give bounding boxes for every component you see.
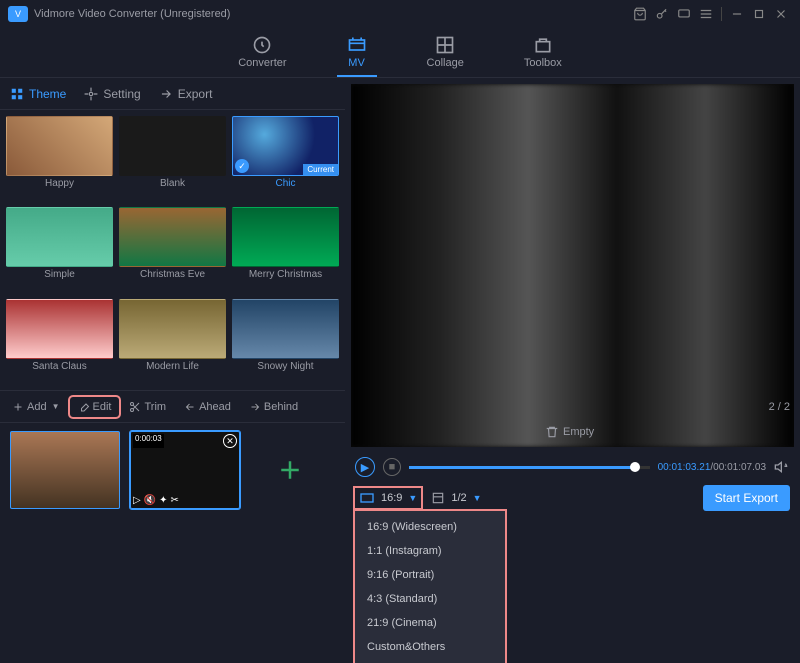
aspect-ratio-option[interactable]: 4:3 (Standard) [355,587,505,611]
add-button[interactable]: Add▼ [4,397,68,417]
main-nav: Converter MV Collage Toolbox [0,28,800,78]
aspect-ratio-icon [359,490,375,506]
current-badge: Current [303,164,338,175]
chevron-down-icon: ▼ [473,493,482,503]
right-panel: ▶ ■ 00:01:03.21/00:01:07.03 16:9 ▼ 1/2 ▼… [345,78,800,517]
minimize-icon[interactable] [726,3,748,25]
theme-item[interactable]: ✓ Current Chic [232,116,339,201]
theme-label: Merry Christmas [249,269,322,280]
ahead-button[interactable]: Ahead [176,397,239,417]
theme-label: Modern Life [146,361,199,372]
chat-icon[interactable] [673,3,695,25]
progress-bar[interactable] [409,466,650,469]
theme-item[interactable]: Blank [119,116,226,201]
nav-collage-label: Collage [427,57,464,69]
video-preview [351,84,794,447]
theme-label: Santa Claus [32,361,86,372]
tab-export[interactable]: Export [159,87,213,101]
cart-icon[interactable] [629,3,651,25]
start-export-button[interactable]: Start Export [703,485,790,511]
aspect-ratio-dropdown: 16:9 (Widescreen)1:1 (Instagram)9:16 (Po… [355,511,505,663]
window-title: Vidmore Video Converter (Unregistered) [34,8,629,20]
tab-setting[interactable]: Setting [84,87,140,101]
tab-theme-label: Theme [29,87,66,101]
app-logo-icon: V [8,6,28,22]
trim-button[interactable]: Trim [121,397,174,417]
clip-play-icon[interactable]: ▷ [133,495,141,506]
nav-toolbox[interactable]: Toolbox [514,28,572,77]
stop-button[interactable]: ■ [383,458,401,476]
theme-item[interactable]: Happy [6,116,113,201]
page-selector[interactable]: 1/2 ▼ [431,491,481,505]
clip-item[interactable] [10,431,120,509]
tab-setting-label: Setting [103,87,140,101]
chevron-down-icon: ▼ [408,493,417,503]
left-panel: Theme Setting Export Happy Blank ✓ Current C… [0,78,345,517]
clip-trim-icon[interactable]: ✂ [171,495,179,506]
aspect-ratio-option[interactable]: 16:9 (Widescreen) [355,515,505,539]
clip-timeline: 0:00:03 ✕ ▷ 🔇 ✦ ✂ [0,422,345,517]
nav-collage[interactable]: Collage [417,28,474,77]
theme-label: Blank [160,178,185,189]
nav-converter[interactable]: Converter [228,28,296,77]
theme-item[interactable]: Modern Life [119,299,226,384]
play-button[interactable]: ▶ [355,457,375,477]
aspect-ratio-option[interactable]: Custom&Others [355,635,505,659]
theme-label: Snowy Night [257,361,313,372]
theme-item[interactable]: Santa Claus [6,299,113,384]
theme-grid: Happy Blank ✓ Current Chic Simple Christmas Ev… [0,110,345,390]
aspect-ratio-selector[interactable]: 16:9 ▼ [355,488,421,508]
page-value: 1/2 [451,492,466,504]
aspect-ratio-option[interactable]: 21:9 (Cinema) [355,611,505,635]
theme-item[interactable]: Christmas Eve [119,207,226,292]
theme-item[interactable]: Merry Christmas [232,207,339,292]
time-display: 00:01:03.21/00:01:07.03 [658,462,766,473]
nav-toolbox-label: Toolbox [524,57,562,69]
behind-button[interactable]: Behind [241,397,306,417]
clip-counter: 2 / 2 [769,401,790,413]
aspect-ratio-value: 16:9 [381,492,402,504]
nav-mv-label: MV [348,57,365,69]
volume-icon[interactable] [774,459,790,475]
edit-button[interactable]: Edit [70,397,120,417]
clip-duration: 0:00:03 [133,434,164,448]
trash-icon [545,425,559,439]
tab-theme[interactable]: Theme [10,87,66,101]
theme-label: Christmas Eve [140,269,205,280]
aspect-ratio-option[interactable]: 1:1 (Instagram) [355,539,505,563]
clip-edit-icon[interactable]: ✦ [159,495,167,506]
theme-label: Chic [275,178,295,189]
add-clip-button[interactable] [250,431,330,509]
nav-mv[interactable]: MV [337,28,377,77]
clip-toolbar: Add▼ Edit Trim Ahead Behind [0,390,345,422]
check-icon: ✓ [235,159,249,173]
clip-item[interactable]: 0:00:03 ✕ ▷ 🔇 ✦ ✂ [130,431,240,509]
theme-label: Happy [45,178,74,189]
clip-mute-icon[interactable]: 🔇 [144,495,156,506]
theme-item[interactable]: Simple [6,207,113,292]
theme-item[interactable]: Snowy Night [232,299,339,384]
clip-remove-icon[interactable]: ✕ [223,434,237,448]
aspect-ratio-option[interactable]: 9:16 (Portrait) [355,563,505,587]
page-icon [431,491,445,505]
key-icon[interactable] [651,3,673,25]
empty-button[interactable]: Empty [545,425,594,439]
theme-label: Simple [44,269,75,280]
nav-converter-label: Converter [238,57,286,69]
menu-icon[interactable] [695,3,717,25]
titlebar: V Vidmore Video Converter (Unregistered) [0,0,800,28]
maximize-icon[interactable] [748,3,770,25]
close-icon[interactable] [770,3,792,25]
tab-export-label: Export [178,87,213,101]
